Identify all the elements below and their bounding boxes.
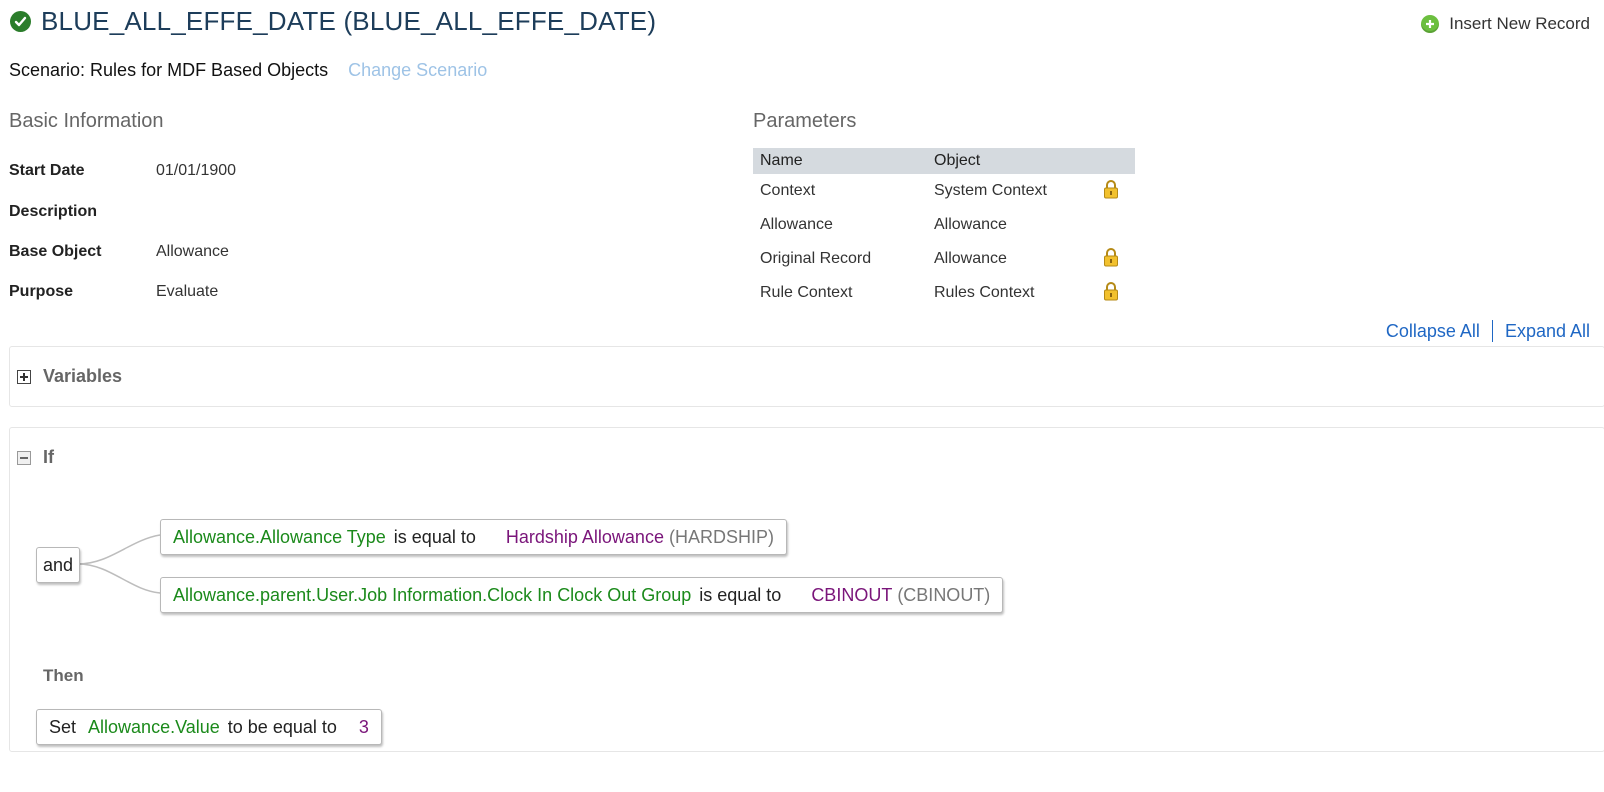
- then-heading: Then: [43, 666, 84, 685]
- then-action-node[interactable]: Set Allowance.Value to be equal to 3: [36, 709, 382, 745]
- condition-1-operator[interactable]: is equal to: [394, 527, 476, 548]
- condition-2-field[interactable]: Allowance.parent.User.Job Information.Cl…: [173, 585, 691, 606]
- condition-2-code: (CBINOUT): [897, 584, 991, 605]
- condition-node-2[interactable]: Allowance.parent.User.Job Information.Cl…: [160, 577, 1004, 613]
- condition-node-1[interactable]: Allowance.Allowance Type is equal to Har…: [160, 519, 787, 555]
- condition-1-value[interactable]: Hardship Allowance: [506, 527, 664, 548]
- and-operator-node[interactable]: and: [36, 547, 80, 583]
- condition-1-code: (HARDSHIP): [668, 526, 774, 547]
- action-operator[interactable]: to be equal to: [228, 717, 337, 738]
- condition-2-operator[interactable]: is equal to: [699, 585, 781, 606]
- action-field[interactable]: Allowance.Value: [88, 717, 220, 738]
- condition-2-value[interactable]: CBINOUT: [811, 585, 892, 606]
- action-value[interactable]: 3: [359, 717, 369, 738]
- and-operator-label: and: [42, 554, 74, 575]
- condition-1-field[interactable]: Allowance.Allowance Type: [173, 527, 386, 548]
- action-verb: Set: [49, 716, 77, 737]
- condition-connector-lines: [77, 534, 161, 594]
